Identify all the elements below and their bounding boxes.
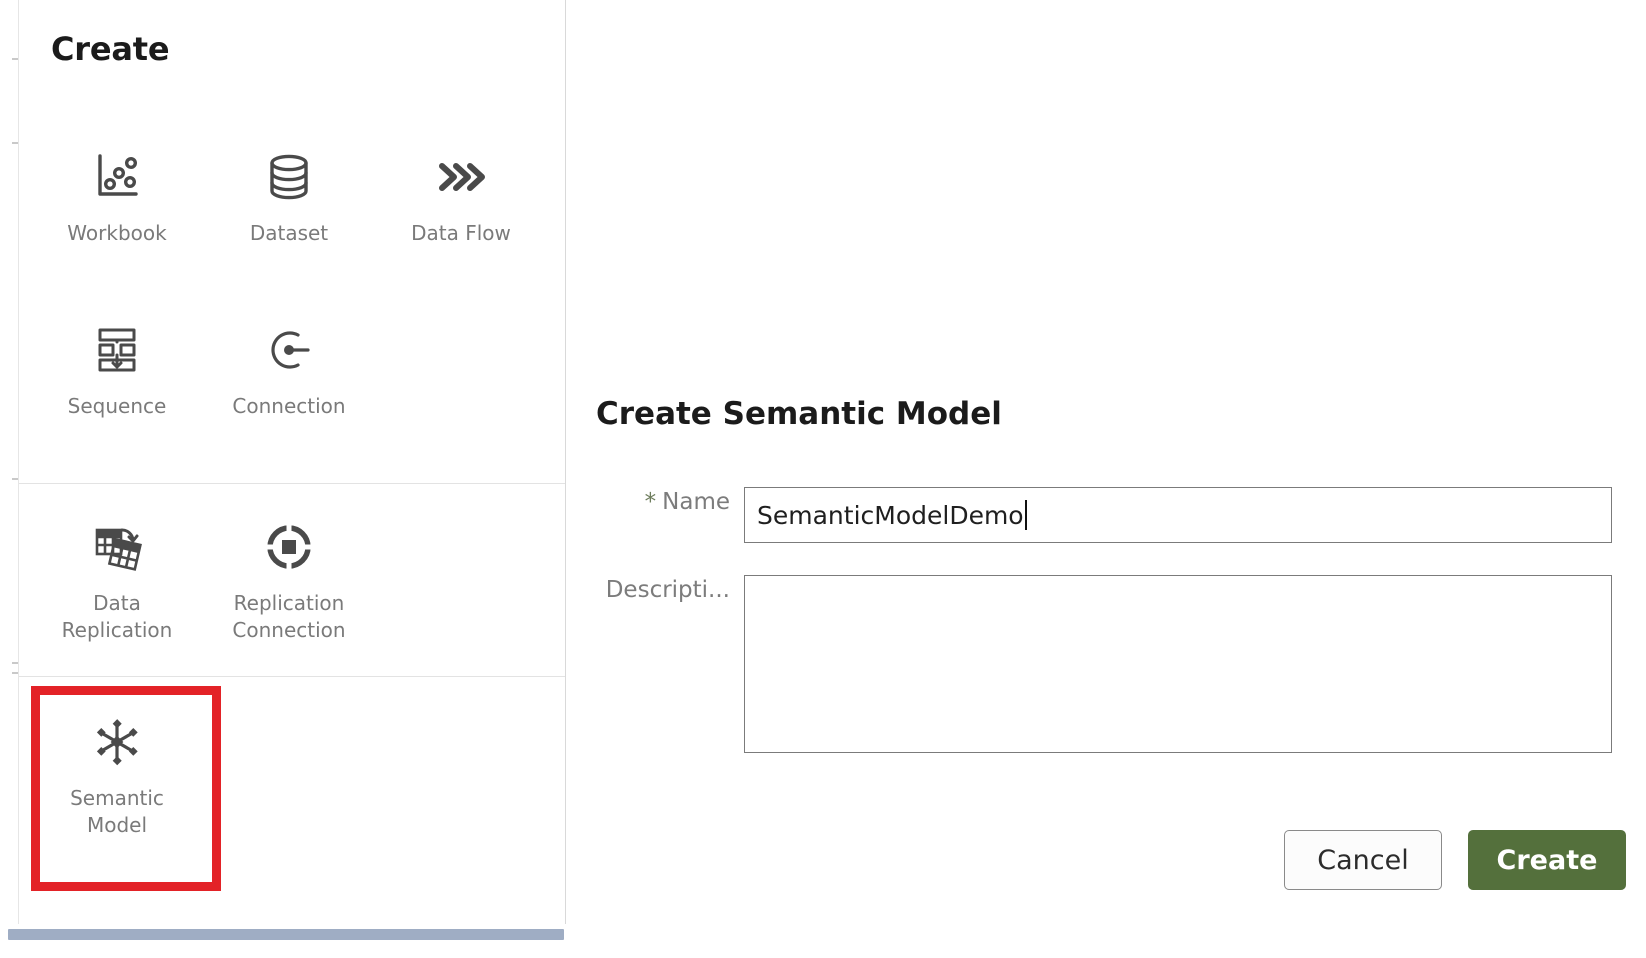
horizontal-scrollbar[interactable] [8,929,564,940]
data-flow-chevrons-icon [430,144,492,210]
create-tile-workbook[interactable]: Workbook [31,144,203,247]
tile-row-3: Data Replication Replication Connection [31,514,577,644]
required-asterisk-icon: * [644,489,657,515]
tile-row-1: Workbook Dataset Data Flow [31,144,577,247]
name-field-label: * Name [596,487,744,517]
ruler-tick [12,58,18,60]
create-tile-label: Data Flow [411,221,511,245]
create-tile-label: Dataset [249,221,329,245]
form-row-description: Descripti... [596,575,1612,753]
data-replication-tables-icon [86,514,148,580]
create-tile-dataset[interactable]: Dataset [203,144,375,247]
dialog-title: Create Semantic Model [596,396,1002,432]
text-caret [1024,500,1027,530]
dataset-database-icon [258,144,320,210]
form-row-name: * Name SemanticModelDemo [596,487,1612,543]
name-input-value: SemanticModelDemo [757,500,1024,530]
create-tile-label: Connection [232,394,346,418]
dialog-action-bar: Cancel Create [596,830,1626,890]
sequence-steps-icon [86,317,148,383]
create-tile-replication-connection[interactable]: Replication Connection [203,514,375,644]
connection-plug-icon [258,317,320,383]
create-tile-data-flow[interactable]: Data Flow [375,144,547,247]
create-tile-data-replication[interactable]: Data Replication [31,514,203,644]
create-section-replication: Data Replication Replication Connection [19,483,565,675]
create-tile-sequence[interactable]: Sequence [31,317,203,420]
create-tile-connection[interactable]: Connection [203,317,375,420]
ruler-tick [12,142,18,144]
name-input[interactable]: SemanticModelDemo [744,487,1612,543]
workbook-chart-icon [86,144,148,210]
panel-title: Create [51,30,170,68]
semantic-model-highlight-box [31,686,221,891]
ruler-tick [12,672,18,674]
create-section-primary: Workbook Dataset Data Flow Sequence Conn… [19,112,565,482]
name-label-text: Name [662,489,730,515]
tile-row-2: Sequence Connection [31,317,577,420]
create-tile-label: Sequence [67,394,167,418]
create-tile-label: Data Replication [61,591,173,642]
description-input[interactable] [744,575,1612,753]
cancel-button[interactable]: Cancel [1284,830,1442,890]
create-semantic-model-dialog: Create Semantic Model * Name SemanticMode… [596,380,1636,900]
description-field-label: Descripti... [605,577,730,603]
create-button[interactable]: Create [1468,830,1626,890]
create-tile-label: Replication Connection [232,591,346,642]
ruler-tick [12,662,18,664]
replication-connection-target-icon [258,514,320,580]
create-tile-label: Workbook [67,221,167,245]
ruler-tick [12,478,18,480]
